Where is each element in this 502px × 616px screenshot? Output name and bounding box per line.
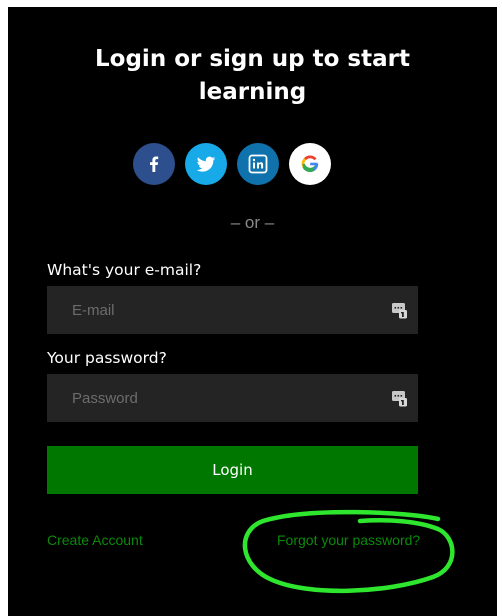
linkedin-login-button[interactable]: [237, 143, 279, 185]
password-field[interactable]: [47, 374, 418, 422]
login-button[interactable]: Login: [47, 446, 418, 494]
login-screen: Login or sign up to start learning – or …: [8, 7, 497, 616]
password-manager-icon[interactable]: [391, 302, 408, 319]
password-manager-icon[interactable]: [391, 390, 408, 407]
email-input[interactable]: [47, 286, 377, 334]
page-title-line2: learning: [198, 79, 307, 105]
create-account-link[interactable]: Create Account: [47, 532, 143, 548]
twitter-icon: [196, 156, 216, 172]
google-login-button[interactable]: [289, 143, 331, 185]
page-title: Login or sign up to start learning: [8, 43, 497, 109]
google-icon: [301, 155, 319, 173]
forgot-password-link[interactable]: Forgot your password?: [277, 532, 420, 548]
password-label: Your password?: [47, 349, 167, 367]
page-title-line1: Login or sign up to start: [95, 46, 410, 72]
linkedin-icon: [248, 154, 268, 174]
facebook-icon: [150, 156, 159, 172]
password-input[interactable]: [47, 374, 377, 422]
facebook-login-button[interactable]: [133, 143, 175, 185]
or-divider: – or –: [230, 213, 275, 232]
email-label: What's your e-mail?: [47, 261, 202, 279]
twitter-login-button[interactable]: [185, 143, 227, 185]
email-field[interactable]: [47, 286, 418, 334]
